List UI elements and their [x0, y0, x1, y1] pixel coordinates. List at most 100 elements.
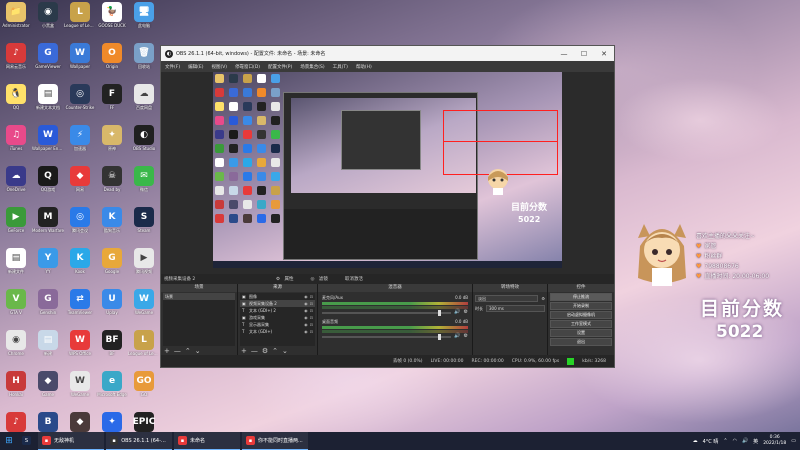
taskbar-app[interactable]: ▪ 未命名: [174, 432, 240, 450]
input-language[interactable]: 英: [753, 438, 758, 445]
desktop-icon[interactable]: G GameViewer: [32, 41, 64, 82]
lock-icon[interactable]: ⊡: [310, 308, 313, 313]
menu-item[interactable]: 文件(F): [165, 64, 180, 70]
control-button[interactable]: 设置: [550, 329, 612, 337]
desktop-icon[interactable]: GO GO: [128, 369, 160, 410]
desktop-icon[interactable]: ▤ 新建文本文档: [32, 82, 64, 123]
desktop-icon[interactable]: K 酷狗音乐: [96, 205, 128, 246]
visibility-eye-icon[interactable]: ◉: [304, 301, 308, 306]
steam-pinned-icon[interactable]: S: [18, 432, 38, 450]
scenes-list[interactable]: 场景: [163, 293, 235, 346]
selected-source-bounds[interactable]: [443, 110, 558, 175]
desktop-icon[interactable]: 🗑 回收站: [128, 41, 160, 82]
desktop-icon[interactable]: ◉ Chrome: [0, 328, 32, 369]
visibility-eye-icon[interactable]: ◉: [304, 294, 308, 299]
obs-window[interactable]: ◐ OBS 26.1.1 (64-bit, windows) - 配置文件: 未…: [160, 45, 615, 368]
taskbar-app[interactable]: ▪ OBS 26.1.1 (64-bit...: [106, 432, 172, 450]
desktop-icon[interactable]: V GTA V: [0, 287, 32, 328]
obs-preview-canvas[interactable]: 目前分数 5022: [213, 72, 562, 268]
desktop-icon[interactable]: W WeGame: [128, 287, 160, 328]
visibility-eye-icon[interactable]: ◉: [304, 308, 308, 313]
desktop-icon[interactable]: LLeague of Legends: [64, 0, 96, 41]
weather-text[interactable]: 4°C 晴: [703, 438, 719, 445]
sources-list[interactable]: ▣ 图像 ◉ ⊡ ▣ 视频采集设备 2 ◉ ⊡ T 文本 (GDI+) 2 ◉ ⊡ ▣ 游戏采集 ◉ ⊡ T 显示…: [240, 293, 315, 346]
notification-icon[interactable]: ▭: [791, 438, 796, 444]
visibility-eye-icon[interactable]: ◉: [304, 322, 308, 327]
close-button[interactable]: ✕: [594, 50, 614, 58]
mute-speaker-icon[interactable]: 🔊: [454, 333, 460, 339]
volume-slider[interactable]: [322, 334, 452, 340]
add-scene-button[interactable]: +: [164, 347, 170, 355]
volume-slider[interactable]: [322, 310, 452, 316]
tray-overflow-icon[interactable]: ⌃: [723, 438, 727, 444]
desktop-icon[interactable]: 🦆 GOOSE DUCK: [96, 0, 128, 41]
desktop-icon[interactable]: LLeague of Legends: [128, 328, 160, 369]
desktop-icon[interactable]: ♪网易云音乐: [0, 41, 32, 82]
control-button[interactable]: 停止推流: [550, 293, 612, 301]
lock-icon[interactable]: ⊡: [310, 301, 313, 306]
desktop-icon[interactable]: ✉ 微信: [128, 164, 160, 205]
remove-source-button[interactable]: —: [251, 347, 258, 355]
desktop-icon[interactable]: 🐧 QQ: [0, 82, 32, 123]
desktop-icon[interactable]: ◆ 网易: [64, 164, 96, 205]
desktop-icon[interactable]: ♫ iTunes: [0, 123, 32, 164]
desktop-icon[interactable]: U Uplay: [96, 287, 128, 328]
obs-titlebar[interactable]: ◐ OBS 26.1.1 (64-bit, windows) - 配置文件: 未…: [161, 46, 614, 61]
desktop-icon[interactable]: G Genshin: [32, 287, 64, 328]
desktop-icon[interactable]: Q QQ游戏: [32, 164, 64, 205]
desktop-icon[interactable]: S Steam: [128, 205, 160, 246]
add-source-button[interactable]: +: [241, 347, 247, 355]
move-down-icon[interactable]: ⌄: [282, 347, 288, 355]
desktop-icon[interactable]: e Microsoft Edge: [96, 369, 128, 410]
lock-icon[interactable]: ⊡: [310, 322, 313, 327]
mute-speaker-icon[interactable]: 🔊: [454, 309, 460, 315]
desktop-icon[interactable]: W WeGame: [64, 369, 96, 410]
visibility-eye-icon[interactable]: ◉: [304, 329, 308, 334]
menu-item[interactable]: 工具(T): [333, 64, 348, 70]
menu-item[interactable]: 场景集合(S): [300, 64, 324, 70]
mixer-settings-icon[interactable]: ⚙: [464, 309, 468, 315]
volume-icon[interactable]: 🔊: [742, 438, 748, 444]
desktop-icon[interactable]: ☠ Dead by: [96, 164, 128, 205]
cloud-icon[interactable]: ☁: [693, 438, 698, 444]
move-down-icon[interactable]: ⌄: [195, 347, 201, 355]
clock[interactable]: 0:36 2022/1/18: [763, 435, 786, 447]
menu-item[interactable]: 配置文件(P): [268, 64, 292, 70]
desktop-icon[interactable]: M Modern Warfare: [32, 205, 64, 246]
desktop-icon[interactable]: ▶ GeForce: [0, 205, 32, 246]
desktop-icon[interactable]: ⚡ 加速器: [64, 123, 96, 164]
deactivate-button[interactable]: 取消激活: [342, 276, 366, 282]
desktop-icon[interactable]: 🖥 此电脑: [128, 0, 160, 41]
move-up-icon[interactable]: ⌃: [185, 347, 191, 355]
control-button[interactable]: 开始录制: [550, 302, 612, 310]
control-button[interactable]: 启动虚拟摄像机: [550, 311, 612, 319]
source-settings-icon[interactable]: ⚙: [262, 347, 268, 355]
desktop-icon[interactable]: ◐ OBS Studio: [128, 123, 160, 164]
remove-scene-button[interactable]: —: [174, 347, 181, 355]
menu-item[interactable]: 帮助(H): [356, 64, 372, 70]
minimize-button[interactable]: —: [554, 50, 574, 58]
desktop-icon[interactable]: ◎ Counter-Strike: [64, 82, 96, 123]
transition-select[interactable]: 淡出: [475, 295, 539, 302]
source-item[interactable]: ▣ 视频采集设备 2 ◉ ⊡: [240, 300, 315, 307]
desktop-icon[interactable]: ✦ 原神: [96, 123, 128, 164]
visibility-eye-icon[interactable]: ◉: [304, 315, 308, 320]
taskbar-app[interactable]: ▪ 你不能同时直播两...: [242, 432, 308, 450]
menu-item[interactable]: 视图(V): [211, 64, 227, 70]
control-button[interactable]: 退出: [550, 338, 612, 346]
desktop-icon[interactable]: ▤ 新建文件: [0, 246, 32, 287]
desktop-icon[interactable]: ☁ 百度网盘: [128, 82, 160, 123]
desktop-icon[interactable]: ▤ 新建: [32, 328, 64, 369]
source-item[interactable]: ▣ 游戏采集 ◉ ⊡: [240, 314, 315, 321]
duration-field[interactable]: 300 ms: [486, 305, 545, 312]
transition-settings-icon[interactable]: ⚙: [541, 296, 545, 301]
windows-start-icon[interactable]: ⊞: [0, 432, 18, 450]
source-item[interactable]: T 文本 (GDI+) ◉ ⊡: [240, 328, 315, 335]
source-item[interactable]: ▣ 图像 ◉ ⊡: [240, 293, 315, 300]
maximize-button[interactable]: ☐: [574, 50, 594, 58]
desktop-icon[interactable]: ▶ 腾讯视频: [128, 246, 160, 287]
desktop-icon[interactable]: 📁 Administrator: [0, 0, 32, 41]
lock-icon[interactable]: ⊡: [310, 294, 313, 299]
properties-button[interactable]: ⚙ 属性: [273, 276, 299, 282]
desktop-icon[interactable]: ☁ OneDrive: [0, 164, 32, 205]
